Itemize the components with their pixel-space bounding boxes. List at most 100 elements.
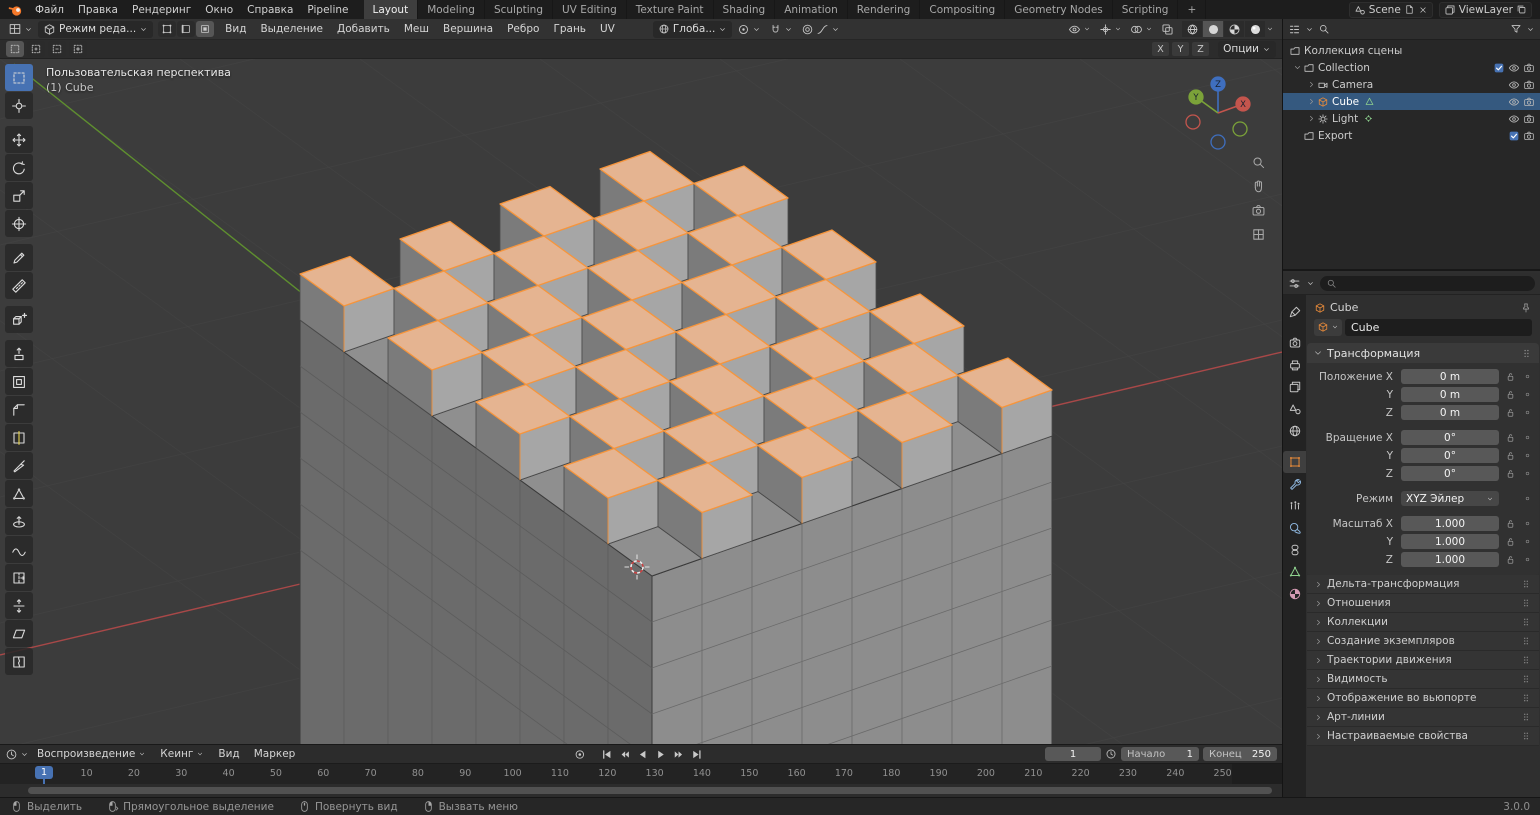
- properties-tab-scene[interactable]: [1283, 398, 1306, 420]
- select-subtract-icon[interactable]: [48, 41, 66, 57]
- tool-rip-button[interactable]: [5, 648, 33, 675]
- lock-open-icon[interactable]: [1502, 389, 1518, 400]
- animate-dot-icon[interactable]: [1521, 469, 1533, 478]
- chevron-down-icon[interactable]: [784, 25, 793, 34]
- mirror-z-toggle[interactable]: Z: [1192, 42, 1209, 56]
- animate-dot-icon[interactable]: [1521, 494, 1533, 503]
- mirror-y-toggle[interactable]: Y: [1172, 42, 1189, 56]
- id-type-dropdown[interactable]: [1314, 319, 1342, 336]
- tool-inset-button[interactable]: [5, 368, 33, 395]
- face-select-icon[interactable]: [196, 21, 214, 37]
- workspace-tab-uv-editing[interactable]: UV Editing: [553, 0, 627, 19]
- tool-bevel-button[interactable]: [5, 396, 33, 423]
- hide-viewport-eye-icon[interactable]: [1508, 62, 1520, 74]
- lock-open-icon[interactable]: [1502, 554, 1518, 565]
- properties-tab-render[interactable]: [1283, 332, 1306, 354]
- timeline-menu-кеинг[interactable]: Кеинг: [154, 748, 210, 760]
- vertex-select-icon[interactable]: [158, 21, 176, 37]
- value-field[interactable]: 1.000: [1401, 516, 1499, 531]
- value-field[interactable]: 0 m: [1401, 405, 1499, 420]
- lock-open-icon[interactable]: [1502, 407, 1518, 418]
- zoom-icon[interactable]: [1251, 155, 1266, 170]
- shading-wireframe-button[interactable]: [1182, 21, 1202, 37]
- select-intersect-icon[interactable]: [69, 41, 87, 57]
- filter-icon[interactable]: [1510, 23, 1522, 35]
- jump-start-button[interactable]: [598, 747, 615, 762]
- value-field[interactable]: 1.000: [1401, 534, 1499, 549]
- disable-render-camera-icon[interactable]: [1523, 62, 1535, 74]
- workspace-tab-modeling[interactable]: Modeling: [418, 0, 485, 19]
- animate-dot-icon[interactable]: [1521, 519, 1533, 528]
- workspace-tab-animation[interactable]: Animation: [775, 0, 848, 19]
- workspace-tab-scripting[interactable]: Scripting: [1113, 0, 1179, 19]
- transform-panel-header[interactable]: Трансформация: [1307, 343, 1539, 363]
- workspace-add-button[interactable]: +: [1178, 0, 1206, 19]
- workspace-tab-texture-paint[interactable]: Texture Paint: [627, 0, 714, 19]
- animate-dot-icon[interactable]: [1521, 451, 1533, 460]
- shading-material-button[interactable]: [1224, 21, 1244, 37]
- autokey-button[interactable]: [571, 747, 588, 762]
- lock-open-icon[interactable]: [1502, 450, 1518, 461]
- tool-loop-cut-button[interactable]: [5, 424, 33, 451]
- animate-dot-icon[interactable]: [1521, 390, 1533, 399]
- xray-button[interactable]: [1158, 21, 1177, 38]
- properties-tab-object[interactable]: [1283, 451, 1306, 473]
- toggle-ortho-icon[interactable]: [1251, 227, 1266, 242]
- shading-solid-button[interactable]: [1203, 21, 1223, 37]
- properties-tab-world[interactable]: [1283, 420, 1306, 442]
- timeline-ruler[interactable]: 1020304050607080901001101201301401501601…: [0, 763, 1282, 784]
- shading-rendered-button[interactable]: [1245, 21, 1265, 37]
- workspace-tab-shading[interactable]: Shading: [714, 0, 776, 19]
- expand-arrow-icon[interactable]: [1305, 97, 1317, 106]
- play-button[interactable]: [652, 747, 669, 762]
- lock-open-icon[interactable]: [1502, 432, 1518, 443]
- viewport-menu-вершина[interactable]: Вершина: [437, 23, 499, 35]
- workspace-tab-geometry-nodes[interactable]: Geometry Nodes: [1005, 0, 1113, 19]
- checkbox-icon[interactable]: [1493, 62, 1505, 74]
- 3d-scene[interactable]: [0, 59, 1282, 744]
- section-видимость[interactable]: Видимость: [1307, 670, 1539, 689]
- properties-tab-modifiers[interactable]: [1283, 473, 1306, 495]
- tool-measure-button[interactable]: [5, 272, 33, 299]
- value-field[interactable]: 0°: [1401, 448, 1499, 463]
- tool-move-button[interactable]: [5, 126, 33, 153]
- play-back-button[interactable]: [634, 747, 651, 762]
- menu-pipeline[interactable]: Pipeline: [300, 3, 355, 17]
- lock-open-icon[interactable]: [1502, 518, 1518, 529]
- frame-start-field[interactable]: Начало1: [1121, 747, 1199, 761]
- gizmos-button[interactable]: [1096, 21, 1125, 38]
- pin-icon[interactable]: [1520, 302, 1532, 314]
- outliner-row-scene-collection[interactable]: Коллекция сцены: [1283, 42, 1540, 59]
- expand-arrow-icon[interactable]: [1305, 80, 1317, 89]
- timeline-scrollbar[interactable]: [28, 787, 1272, 794]
- outliner-row-camera[interactable]: Camera: [1283, 76, 1540, 93]
- magnet-icon[interactable]: [769, 23, 782, 36]
- animate-dot-icon[interactable]: [1521, 408, 1533, 417]
- tool-shrink-fatten-button[interactable]: [5, 592, 33, 619]
- rotation-mode-dropdown[interactable]: XYZ Эйлер: [1401, 491, 1499, 506]
- menu-справка[interactable]: Справка: [240, 3, 300, 17]
- menu-правка[interactable]: Правка: [71, 3, 125, 17]
- editor-type-button[interactable]: [5, 21, 36, 38]
- tool-annotate-button[interactable]: [5, 244, 33, 271]
- value-field[interactable]: 1.000: [1401, 552, 1499, 567]
- tool-edge-slide-button[interactable]: [5, 564, 33, 591]
- value-field[interactable]: 0°: [1401, 466, 1499, 481]
- orientation-dropdown[interactable]: Глоба...: [653, 21, 732, 38]
- properties-tab-physics[interactable]: [1283, 517, 1306, 539]
- properties-tab-tool[interactable]: [1283, 301, 1306, 323]
- outliner-row-cube[interactable]: Cube: [1283, 93, 1540, 110]
- timeline-menu-маркер[interactable]: Маркер: [248, 748, 302, 760]
- section-дельта-трансформация[interactable]: Дельта-трансформация: [1307, 575, 1539, 594]
- chevron-down-icon[interactable]: [1266, 25, 1274, 33]
- workspace-tab-compositing[interactable]: Compositing: [920, 0, 1005, 19]
- lock-open-icon[interactable]: [1502, 468, 1518, 479]
- tool-select-box-button[interactable]: [5, 64, 33, 91]
- timeline-scroll-track[interactable]: [0, 784, 1282, 797]
- current-frame-field[interactable]: 1: [1045, 747, 1101, 761]
- tool-cursor-button[interactable]: [5, 92, 33, 119]
- hide-viewport-eye-icon[interactable]: [1508, 79, 1520, 91]
- workspace-tab-layout[interactable]: Layout: [364, 0, 419, 19]
- falloff-curve-icon[interactable]: [816, 23, 829, 36]
- tool-spin-button[interactable]: [5, 508, 33, 535]
